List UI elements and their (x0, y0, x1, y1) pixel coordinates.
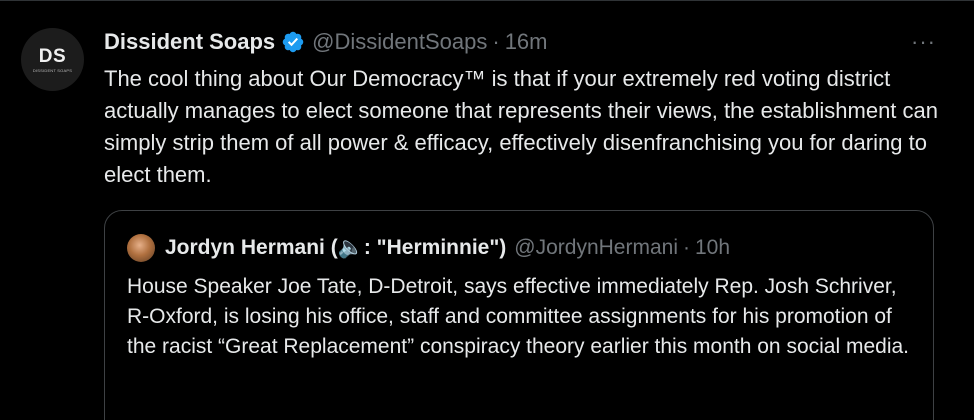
tweet-timestamp[interactable]: 16m (505, 29, 548, 55)
quoted-author-display-name: Jordyn Hermani (🔈: "Herminnie") (165, 236, 507, 259)
header-separator: · (492, 29, 500, 54)
tweet-header: Dissident Soaps @DissidentSoaps · 16m (104, 28, 547, 56)
avatar[interactable]: DS DISSIDENT SOAPS (21, 28, 84, 91)
quoted-tweet-timestamp: 10h (695, 236, 731, 259)
author-display-name[interactable]: Dissident Soaps (104, 29, 275, 55)
avatar-subtext: DISSIDENT SOAPS (32, 67, 73, 73)
tweet[interactable]: DS DISSIDENT SOAPS Dissident Soaps @Diss… (0, 0, 974, 420)
quoted-tweet-text: House Speaker Joe Tate, D-Detroit, says … (127, 275, 910, 358)
avatar-monogram: DS (38, 45, 67, 67)
tweet-text: The cool thing about Our Democracy™ is t… (104, 66, 939, 187)
quoted-tweet-header: Jordyn Hermani (🔈: "Herminnie") @JordynH… (127, 233, 730, 263)
quoted-header-separator: · (683, 236, 690, 259)
quoted-tweet[interactable]: Jordyn Hermani (🔈: "Herminnie") @JordynH… (104, 210, 934, 420)
quoted-avatar (127, 234, 155, 262)
more-options-icon[interactable]: ··· (911, 28, 936, 56)
quoted-author-handle: @JordynHermani (514, 236, 678, 259)
author-handle[interactable]: @DissidentSoaps (312, 29, 487, 55)
verified-badge-icon[interactable] (281, 30, 305, 54)
